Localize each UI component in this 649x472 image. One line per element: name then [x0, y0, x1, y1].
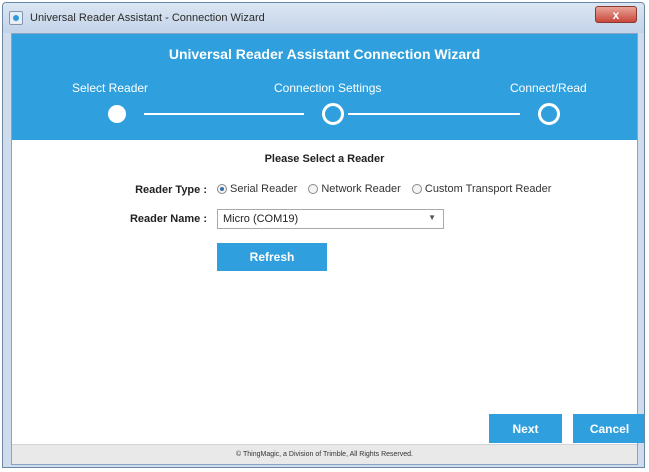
radio-label: Custom Transport Reader — [424, 183, 552, 195]
cancel-button[interactable]: Cancel — [573, 414, 644, 443]
step-connector-1 — [144, 113, 304, 115]
reader-name-select[interactable]: Micro (COM19) ▼ — [217, 209, 444, 229]
radio-serial-reader[interactable]: Serial Reader — [217, 183, 297, 195]
reader-type-label: Reader Type : — [135, 184, 207, 196]
window-title: Universal Reader Assistant - Connection … — [30, 12, 265, 24]
footer-copyright: © ThingMagic, a Division of Trimble, All… — [12, 444, 637, 464]
step-label-connect-read: Connect/Read — [510, 81, 587, 95]
close-button[interactable]: x — [595, 6, 637, 23]
radio-label: Serial Reader — [230, 183, 298, 195]
step-label-select-reader: Select Reader — [72, 81, 149, 95]
reader-name-value: Micro (COM19) — [223, 213, 299, 225]
refresh-button[interactable]: Refresh — [217, 243, 327, 271]
wizard-content: Universal Reader Assistant Connection Wi… — [11, 33, 644, 465]
chevron-down-icon[interactable]: ▼ — [428, 213, 436, 222]
reader-name-label: Reader Name : — [129, 213, 207, 225]
reader-type-radio-group: Serial Reader Network Reader Custom Tran… — [217, 183, 559, 197]
radio-button-icon[interactable] — [411, 184, 422, 194]
radio-button-icon[interactable] — [217, 184, 227, 194]
step-indicator-select-reader — [108, 105, 126, 123]
radio-label: Network Reader — [321, 183, 401, 195]
wizard-header: Universal Reader Assistant Connection Wi… — [12, 34, 637, 140]
radio-button-icon[interactable] — [308, 184, 319, 194]
radio-custom-transport-reader[interactable]: Custom Transport Reader — [411, 183, 552, 195]
wizard-title: Universal Reader Assistant Connection Wi… — [168, 46, 481, 62]
step-connector-2 — [348, 113, 520, 115]
title-bar[interactable]: Universal Reader Assistant - Connection … — [3, 3, 644, 33]
step-indicator-connect-read — [538, 103, 560, 125]
step-label-connection-settings: Connection Settings — [274, 81, 382, 95]
section-title: Please Select a Reader — [264, 153, 385, 165]
step-indicator-connection-settings — [322, 103, 344, 125]
next-button[interactable]: Next — [489, 414, 562, 443]
app-icon — [9, 11, 23, 25]
radio-network-reader[interactable]: Network Reader — [308, 183, 401, 195]
connection-wizard-window: Universal Reader Assistant - Connection … — [2, 2, 645, 468]
